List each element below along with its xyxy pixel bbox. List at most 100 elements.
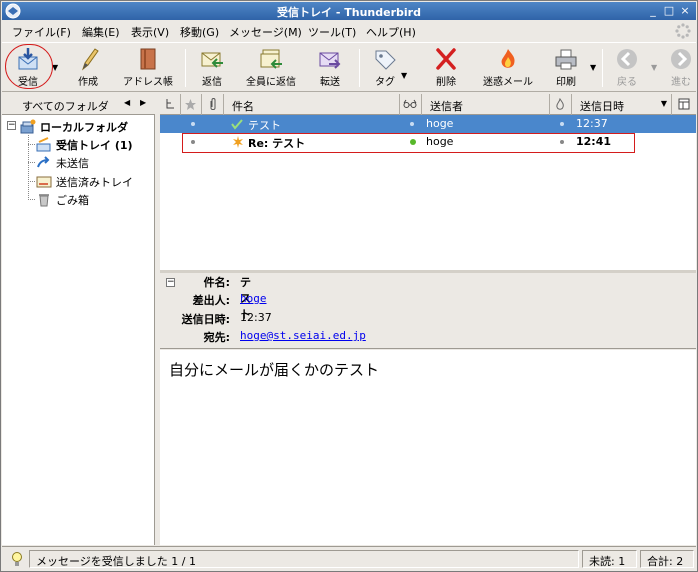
- column-picker[interactable]: [672, 94, 696, 115]
- sort-descending-icon: ▼: [660, 99, 667, 108]
- annotation-rectangle: [182, 133, 635, 153]
- menu-go[interactable]: 移動(G): [180, 24, 219, 40]
- junk-column-flame-icon: [556, 97, 564, 110]
- message-body[interactable]: 自分にメールが届くかのテスト: [160, 350, 696, 545]
- thread-icon: [166, 99, 174, 109]
- tree-line: [28, 144, 35, 145]
- minimize-button[interactable]: _: [646, 4, 660, 18]
- annotation-circle: [5, 44, 53, 89]
- replied-check-icon: [231, 119, 243, 130]
- forward-nav-label: 進む: [671, 77, 691, 88]
- from-link[interactable]: hoge: [240, 292, 267, 305]
- inbox-icon: [36, 137, 51, 152]
- folder-label: ローカルフォルダ: [40, 121, 128, 134]
- junk-label: 迷惑メール: [483, 77, 533, 88]
- prev-folder-view-icon[interactable]: ◀: [124, 98, 130, 107]
- menu-file[interactable]: ファイル(F): [12, 24, 71, 40]
- menu-message[interactable]: メッセージ(M): [229, 24, 302, 40]
- write-button[interactable]: 作成: [68, 45, 108, 91]
- tree-line: [28, 199, 35, 200]
- reply-button[interactable]: 返信: [194, 45, 230, 91]
- subject-column-header[interactable]: 件名: [224, 94, 400, 115]
- thread-column-header: 件名 送信者 送信日時 ▼: [160, 94, 696, 115]
- tree-line: [28, 162, 35, 163]
- message-body-text: 自分にメールが届くかのテスト: [169, 361, 380, 379]
- reply-icon: [201, 52, 223, 68]
- print-label: 印刷: [556, 77, 576, 88]
- toolbar-separator: [185, 49, 186, 87]
- total-count: 合計: 2: [640, 550, 694, 568]
- reply-all-button[interactable]: 全員に返信: [242, 45, 300, 91]
- junk-button[interactable]: 迷惑メール: [480, 45, 536, 91]
- sender-column-header[interactable]: 送信者: [422, 94, 550, 115]
- back-dropdown-icon[interactable]: ▼: [651, 63, 657, 72]
- toolbar-separator: [602, 49, 603, 87]
- forward-button[interactable]: 転送: [312, 45, 348, 91]
- glasses-icon: [403, 99, 417, 108]
- not-junk-dot-icon[interactable]: [560, 122, 564, 126]
- collapse-local-folders-icon[interactable]: −: [7, 121, 16, 130]
- forward-arrow-icon: [671, 49, 691, 69]
- activity-throbber-icon: [675, 23, 691, 39]
- folder-pane-title: すべてのフォルダ: [22, 100, 109, 113]
- main-toolbar: 受信 ▼ 作成 アドレス帳 返信 全員に返信 転送 タグ ▼ 削除 迷惑メール …: [2, 42, 696, 92]
- folder-label: ごみ箱: [56, 194, 89, 207]
- message-header-pane: − 件名: テスト 差出人: hoge 送信日時: 12:37 宛先: hoge…: [160, 273, 696, 349]
- menu-edit[interactable]: 編集(E): [82, 24, 120, 40]
- forward-label: 転送: [320, 77, 340, 88]
- toolbar-separator: [359, 49, 360, 87]
- address-book-icon: [140, 48, 156, 70]
- forward-nav-button[interactable]: 進む: [664, 45, 698, 91]
- menu-tools[interactable]: ツール(T): [308, 24, 356, 40]
- tag-label: タグ: [375, 77, 395, 88]
- outbox-icon: [37, 156, 50, 168]
- reply-all-icon: [260, 49, 282, 69]
- tag-dropdown-icon[interactable]: ▼: [401, 71, 407, 80]
- reply-label: 返信: [202, 77, 222, 88]
- print-dropdown-icon[interactable]: ▼: [590, 63, 596, 72]
- menu-help[interactable]: ヘルプ(H): [366, 24, 416, 40]
- delete-button[interactable]: 削除: [428, 45, 464, 91]
- menu-view[interactable]: 表示(V): [131, 24, 169, 40]
- message-row[interactable]: テスト hoge 12:37: [160, 115, 696, 133]
- attachment-column[interactable]: [202, 94, 224, 115]
- back-button[interactable]: 戻る: [610, 45, 644, 91]
- title-bar: 受信トレイ - Thunderbird _ □ ×: [2, 2, 696, 20]
- unread-count: 未読: 1: [582, 550, 637, 568]
- thread-column[interactable]: [160, 94, 181, 115]
- read-dot-icon[interactable]: [410, 122, 414, 126]
- junk-status-column[interactable]: [550, 94, 572, 115]
- print-button[interactable]: 印刷: [546, 45, 586, 91]
- read-status-column[interactable]: [400, 94, 422, 115]
- thunderbird-window: 受信トレイ - Thunderbird _ □ × ファイル(F) 編集(E) …: [0, 0, 698, 572]
- date-column-header[interactable]: 送信日時 ▼: [572, 94, 672, 115]
- subject-header-label: 件名:: [203, 276, 230, 289]
- address-book-button[interactable]: アドレス帳: [118, 45, 178, 91]
- unstarred-dot-icon[interactable]: [191, 122, 195, 126]
- folder-label: 受信トレイ (1): [56, 139, 133, 152]
- message-date: 12:37: [576, 117, 608, 130]
- delete-label: 削除: [436, 77, 456, 88]
- address-book-label: アドレス帳: [123, 77, 173, 88]
- pencil-icon: [81, 48, 99, 71]
- to-link[interactable]: hoge@st.seiai.ed.jp: [240, 329, 366, 342]
- date-header-value: 12:37: [240, 311, 272, 324]
- forward-mail-icon: [319, 52, 341, 69]
- from-header-label: 差出人:: [192, 294, 230, 307]
- paperclip-icon: [210, 98, 216, 110]
- folder-label: 送信済みトレイ: [56, 176, 133, 189]
- maximize-button[interactable]: □: [662, 4, 676, 18]
- status-text: メッセージを受信しました 1 / 1: [29, 550, 579, 568]
- tag-icon: [375, 50, 396, 70]
- message-subject: テスト: [248, 119, 281, 132]
- tag-button[interactable]: タグ: [368, 45, 402, 91]
- star-icon: [185, 99, 196, 110]
- sender-column-label: 送信者: [430, 100, 463, 113]
- tree-line: [28, 181, 35, 182]
- starred-column[interactable]: [181, 94, 202, 115]
- next-folder-view-icon[interactable]: ▶: [140, 98, 146, 107]
- back-label: 戻る: [617, 77, 637, 88]
- close-button[interactable]: ×: [678, 4, 692, 18]
- message-sender: hoge: [426, 117, 454, 130]
- date-column-label: 送信日時: [580, 100, 624, 113]
